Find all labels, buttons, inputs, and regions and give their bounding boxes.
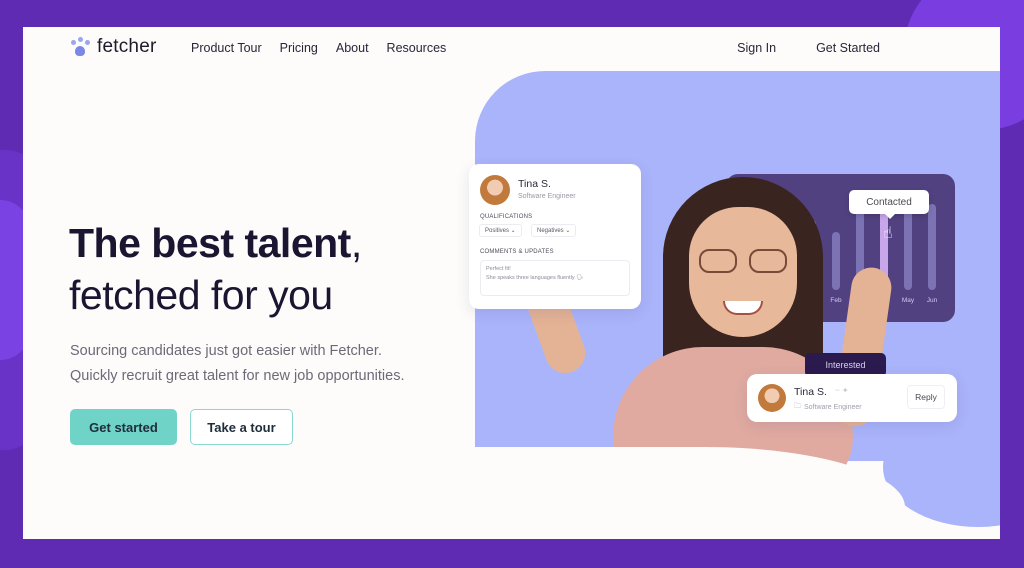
headline-bold: The best talent, xyxy=(69,220,362,267)
nav-links: Product Tour Pricing About Resources xyxy=(191,41,446,55)
chart-month-label: Jun xyxy=(926,297,938,304)
candidate-role: Software Engineer xyxy=(518,193,576,200)
sign-in-link[interactable]: Sign In xyxy=(737,41,776,55)
headline-comma: , xyxy=(350,220,362,266)
candidate-profile-card: Tina S. Software Engineer QUALIFICATIONS… xyxy=(469,164,641,309)
candidate-role: Software Engineer xyxy=(804,404,862,411)
top-nav: fetcher Product Tour Pricing About Resou… xyxy=(23,27,1000,71)
get-started-button[interactable]: Get started xyxy=(70,409,177,445)
take-a-tour-button[interactable]: Take a tour xyxy=(190,409,293,445)
headline-bold-text: The best talent xyxy=(69,220,351,266)
positives-dropdown[interactable]: Positives ⌄ xyxy=(479,224,522,237)
chart-bar-may xyxy=(904,204,912,290)
nav-link-about[interactable]: About xyxy=(336,41,369,55)
avatar xyxy=(480,175,510,205)
candidate-role-row: 🗀 Software Engineer xyxy=(794,402,862,413)
comments-label: COMMENTS & UPDATES xyxy=(480,249,554,255)
comment-box[interactable]: Perfect fit! She speaks three languages … xyxy=(480,260,630,296)
candidate-reply-card: Tina S. ~ ✦ 🗀 Software Engineer Reply xyxy=(747,374,957,422)
landing-page: fetcher Product Tour Pricing About Resou… xyxy=(23,27,1000,539)
candidate-name: Tina S. xyxy=(794,386,827,398)
reply-button[interactable]: Reply xyxy=(907,385,945,409)
headline-light: fetched for you xyxy=(69,272,333,318)
subtitle-line: Quickly recruit great talent for new job… xyxy=(70,368,405,384)
sparkle-icon: ~ ✦ xyxy=(835,386,849,395)
paw-logo-icon xyxy=(69,37,91,57)
chart-bar-jun xyxy=(928,204,936,290)
candidate-name: Tina S. xyxy=(518,178,551,190)
logo-text: fetcher xyxy=(97,36,157,57)
negatives-dropdown[interactable]: Negatives ⌄ xyxy=(531,224,577,237)
contacted-tooltip: Contacted xyxy=(849,190,929,219)
nav-link-pricing[interactable]: Pricing xyxy=(280,41,318,55)
comment-line: Perfect fit! xyxy=(486,266,511,272)
comment-line: She speaks three languages fluently 🗣 xyxy=(486,275,584,281)
hand-cursor-icon: ☝ xyxy=(883,225,893,242)
briefcase-icon: 🗀 xyxy=(794,403,801,410)
nav-link-resources[interactable]: Resources xyxy=(387,41,447,55)
nav-actions: Sign In Get Started xyxy=(737,41,880,55)
nav-link-product-tour[interactable]: Product Tour xyxy=(191,41,262,55)
subtitle-line: Sourcing candidates just got easier with… xyxy=(70,343,382,359)
avatar xyxy=(758,384,786,412)
get-started-link[interactable]: Get Started xyxy=(816,41,880,55)
qualifications-label: QUALIFICATIONS xyxy=(480,214,533,220)
hero-subtitle: Sourcing candidates just got easier with… xyxy=(70,339,404,389)
logo[interactable]: fetcher xyxy=(69,36,157,58)
person-glasses xyxy=(695,249,791,275)
